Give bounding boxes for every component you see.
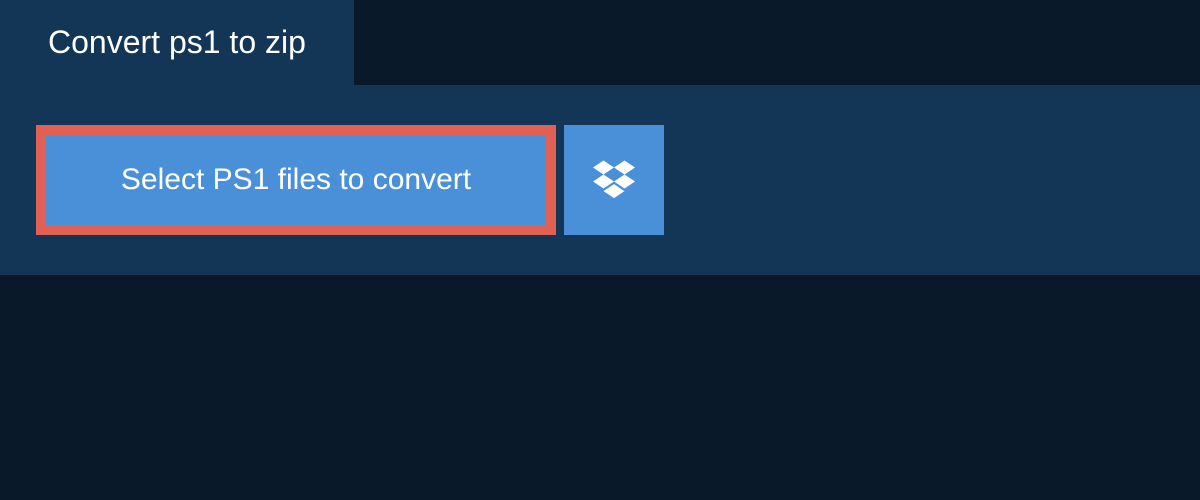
dropbox-icon (593, 157, 635, 204)
select-files-label: Select PS1 files to convert (121, 163, 471, 197)
button-row: Select PS1 files to convert (36, 125, 1164, 235)
tab-header: Convert ps1 to zip (0, 0, 354, 85)
content-panel: Select PS1 files to convert (0, 85, 1200, 275)
dropbox-button[interactable] (564, 125, 664, 235)
select-files-button[interactable]: Select PS1 files to convert (36, 125, 556, 235)
page-title: Convert ps1 to zip (48, 24, 306, 60)
